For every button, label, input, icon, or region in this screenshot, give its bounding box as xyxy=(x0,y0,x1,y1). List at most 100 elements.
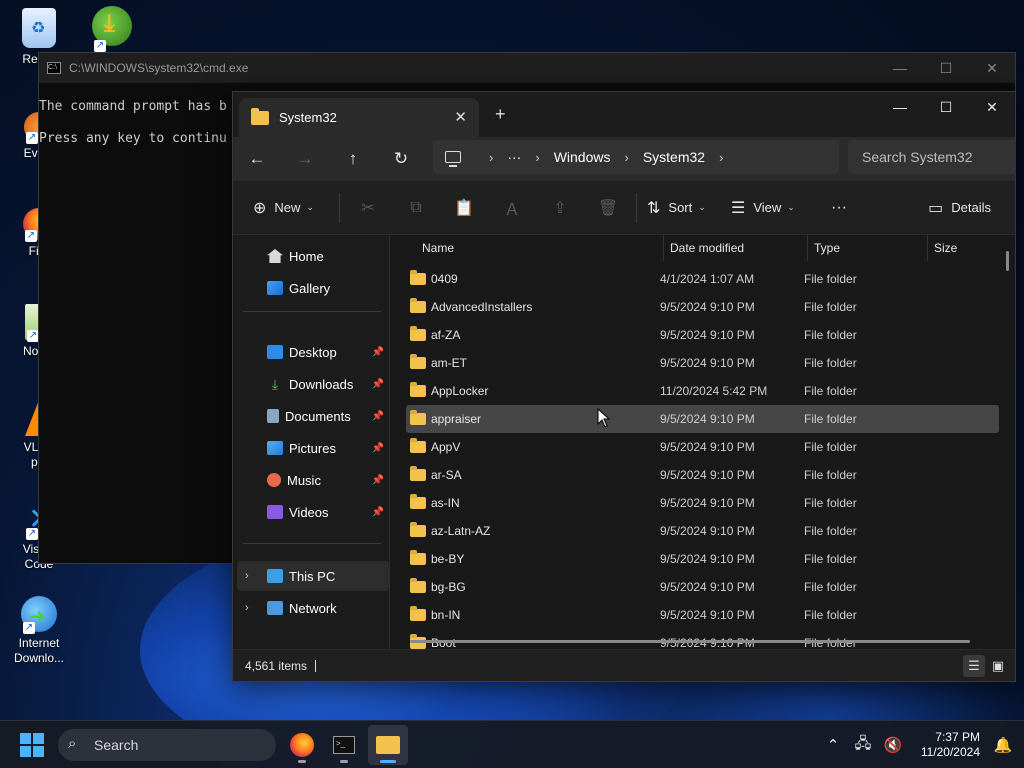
close-icon[interactable]: ✕ xyxy=(969,53,1015,83)
taskbar-app-file-explorer[interactable] xyxy=(368,725,408,765)
details-button-label: Details xyxy=(951,200,991,215)
file-row[interactable]: 0409 4/1/2024 1:07 AM File folder xyxy=(406,265,999,293)
file-row[interactable]: AdvancedInstallers 9/5/2024 9:10 PM File f… xyxy=(406,293,999,321)
navigation-pane[interactable]: Home Gallery Desktop 📌 ⤓ Downloads 📌 Doc… xyxy=(233,235,390,649)
more-options-button[interactable]: ··· xyxy=(819,199,859,217)
column-header-type[interactable]: Type xyxy=(808,235,928,261)
cmd-titlebar[interactable]: C:\ C:\WINDOWS\system32\cmd.exe xyxy=(39,53,1015,83)
column-header-size[interactable]: Size xyxy=(928,235,1008,261)
details-button[interactable]: ▭ Details xyxy=(928,198,991,218)
back-arrow-icon[interactable]: ← xyxy=(233,139,281,179)
chevron-right-icon[interactable]: › xyxy=(245,602,249,614)
minimize-icon[interactable]: — xyxy=(877,92,923,122)
pin-icon[interactable]: 📌 xyxy=(372,475,384,486)
chevron-right-icon[interactable]: › xyxy=(489,150,493,165)
nav-item-desktop[interactable]: Desktop 📌 xyxy=(233,337,390,367)
nav-item-downloads[interactable]: ⤓ Downloads 📌 xyxy=(233,369,390,399)
up-arrow-icon[interactable]: ↑ xyxy=(329,139,377,179)
file-date: 9/5/2024 9:10 PM xyxy=(660,496,755,510)
desktop-icon-internet-download-manager[interactable]: ➜ ↗ Internet Downlo... xyxy=(4,596,74,666)
file-row[interactable]: AppLocker 11/20/2024 5:42 PM File folder xyxy=(406,377,999,405)
taskbar-search[interactable]: ⌕ Search xyxy=(58,729,276,761)
forward-arrow-icon[interactable]: → xyxy=(281,139,329,179)
horizontal-scrollbar[interactable] xyxy=(410,640,970,643)
breadcrumb-overflow[interactable]: ··· xyxy=(507,149,521,165)
file-row[interactable]: ar-SA 9/5/2024 9:10 PM File folder xyxy=(406,461,999,489)
share-icon[interactable]: ⇪ xyxy=(536,198,584,218)
maximize-icon[interactable]: ☐ xyxy=(923,92,969,122)
pin-icon[interactable]: 📌 xyxy=(372,347,384,358)
pin-icon[interactable]: 📌 xyxy=(372,411,384,422)
close-tab-icon[interactable]: ✕ xyxy=(454,108,467,126)
file-explorer-window[interactable]: System32 ✕ + — ☐ ✕ ← → ↑ ↻ › ··· › Windo… xyxy=(232,91,1016,682)
file-name-cell: appraiser xyxy=(406,410,660,426)
close-icon[interactable]: ✕ xyxy=(969,92,1015,122)
pin-icon[interactable]: 📌 xyxy=(372,443,384,454)
maximize-icon[interactable]: ☐ xyxy=(923,53,969,83)
chevron-right-icon[interactable]: › xyxy=(624,150,628,165)
chevron-right-icon[interactable]: › xyxy=(719,150,723,165)
nav-item-pictures[interactable]: Pictures 📌 xyxy=(233,433,390,463)
file-row[interactable]: bg-BG 9/5/2024 9:10 PM File folder xyxy=(406,573,999,601)
sort-button[interactable]: ⇅ Sort ⌄ xyxy=(647,198,731,218)
rename-icon[interactable]: Ａ xyxy=(488,196,536,220)
nav-item-label: Documents xyxy=(285,408,351,424)
shortcut-arrow-icon: ↗ xyxy=(94,40,106,52)
refresh-icon[interactable]: ↻ xyxy=(377,139,425,179)
tiles-view-icon[interactable]: ▣ xyxy=(987,655,1009,677)
view-lines-icon: ☰ xyxy=(731,199,746,217)
chevron-right-icon[interactable]: › xyxy=(245,570,249,582)
file-row[interactable]: af-ZA 9/5/2024 9:10 PM File folder xyxy=(406,321,999,349)
file-row[interactable]: az-Latn-AZ 9/5/2024 9:10 PM File folder xyxy=(406,517,999,545)
vertical-scrollbar[interactable] xyxy=(1006,251,1009,271)
view-button[interactable]: ☰ View ⌄ xyxy=(731,198,819,218)
clock[interactable]: 7:37 PM 11/20/2024 xyxy=(908,730,980,760)
file-name-cell: AppV xyxy=(406,438,660,454)
breadcrumb-item-system32[interactable]: System32 xyxy=(643,149,705,165)
network-status-icon[interactable]: 🖧 xyxy=(848,733,878,758)
notification-bell-icon[interactable]: 🔔 xyxy=(988,736,1018,754)
taskbar-app-firefox[interactable] xyxy=(282,725,322,765)
column-header-name[interactable]: Name xyxy=(390,235,664,261)
new-tab-icon[interactable]: + xyxy=(495,104,506,125)
details-view-icon[interactable]: ☰ xyxy=(963,655,985,677)
nav-item-this-pc[interactable]: › This PC xyxy=(237,561,389,591)
copy-icon[interactable]: ⧉ xyxy=(392,199,440,217)
this-pc-icon[interactable] xyxy=(445,151,461,167)
desktop-icon-download[interactable]: ⤓ ↗ xyxy=(92,6,136,52)
nav-item-videos[interactable]: Videos 📌 xyxy=(233,497,390,527)
nav-item-home[interactable]: Home xyxy=(233,241,390,271)
chevron-up-icon[interactable]: ⌃ xyxy=(818,736,848,754)
nav-item-gallery[interactable]: Gallery xyxy=(233,273,390,303)
column-header-date[interactable]: Date modified xyxy=(664,235,808,261)
cut-icon[interactable]: ✂ xyxy=(344,198,392,218)
breadcrumb[interactable]: › ··· › Windows › System32 › xyxy=(433,140,839,174)
file-list-pane[interactable]: ⌃ Name Date modified Type Size 0409 4/1/2… xyxy=(390,235,1015,649)
cmd-app-icon: C:\ xyxy=(47,62,61,74)
search-input[interactable]: Search System32 xyxy=(848,140,1016,174)
file-row[interactable]: am-ET 9/5/2024 9:10 PM File folder xyxy=(406,349,999,377)
minimize-icon[interactable]: — xyxy=(877,53,923,83)
file-row[interactable]: be-BY 9/5/2024 9:10 PM File folder xyxy=(406,545,999,573)
volume-muted-icon[interactable]: 🔇 xyxy=(878,736,908,754)
paste-icon[interactable]: 📋 xyxy=(440,198,488,218)
file-row[interactable]: bn-IN 9/5/2024 9:10 PM File folder xyxy=(406,601,999,629)
new-button[interactable]: ⊕ New ⌄ xyxy=(253,198,335,218)
file-row[interactable]: AppV 9/5/2024 9:10 PM File folder xyxy=(406,433,999,461)
file-row[interactable]: appraiser 9/5/2024 9:10 PM File folder xyxy=(406,405,999,433)
taskbar: ⌕ Search >_ ⌃ 🖧 🔇 7:37 PM 11/20/2024 🔔 xyxy=(0,720,1024,768)
nav-item-music[interactable]: Music 📌 xyxy=(233,465,390,495)
start-button[interactable] xyxy=(20,733,44,757)
file-row[interactable]: Boot9/5/2024 9:10 PMFile folder xyxy=(406,629,999,649)
details-pane-icon: ▭ xyxy=(928,199,944,217)
taskbar-app-terminal[interactable]: >_ xyxy=(324,725,364,765)
file-row[interactable]: as-IN 9/5/2024 9:10 PM File folder xyxy=(406,489,999,517)
column-headers: Name Date modified Type Size xyxy=(390,235,1015,261)
pin-icon[interactable]: 📌 xyxy=(372,379,384,390)
nav-item-documents[interactable]: Documents 📌 xyxy=(233,401,390,431)
delete-icon[interactable]: 🗑 xyxy=(584,198,632,218)
breadcrumb-item-windows[interactable]: Windows xyxy=(554,149,611,165)
nav-item-network[interactable]: › Network xyxy=(233,593,390,623)
tab-system32[interactable]: System32 ✕ xyxy=(239,98,479,137)
pin-icon[interactable]: 📌 xyxy=(372,507,384,518)
